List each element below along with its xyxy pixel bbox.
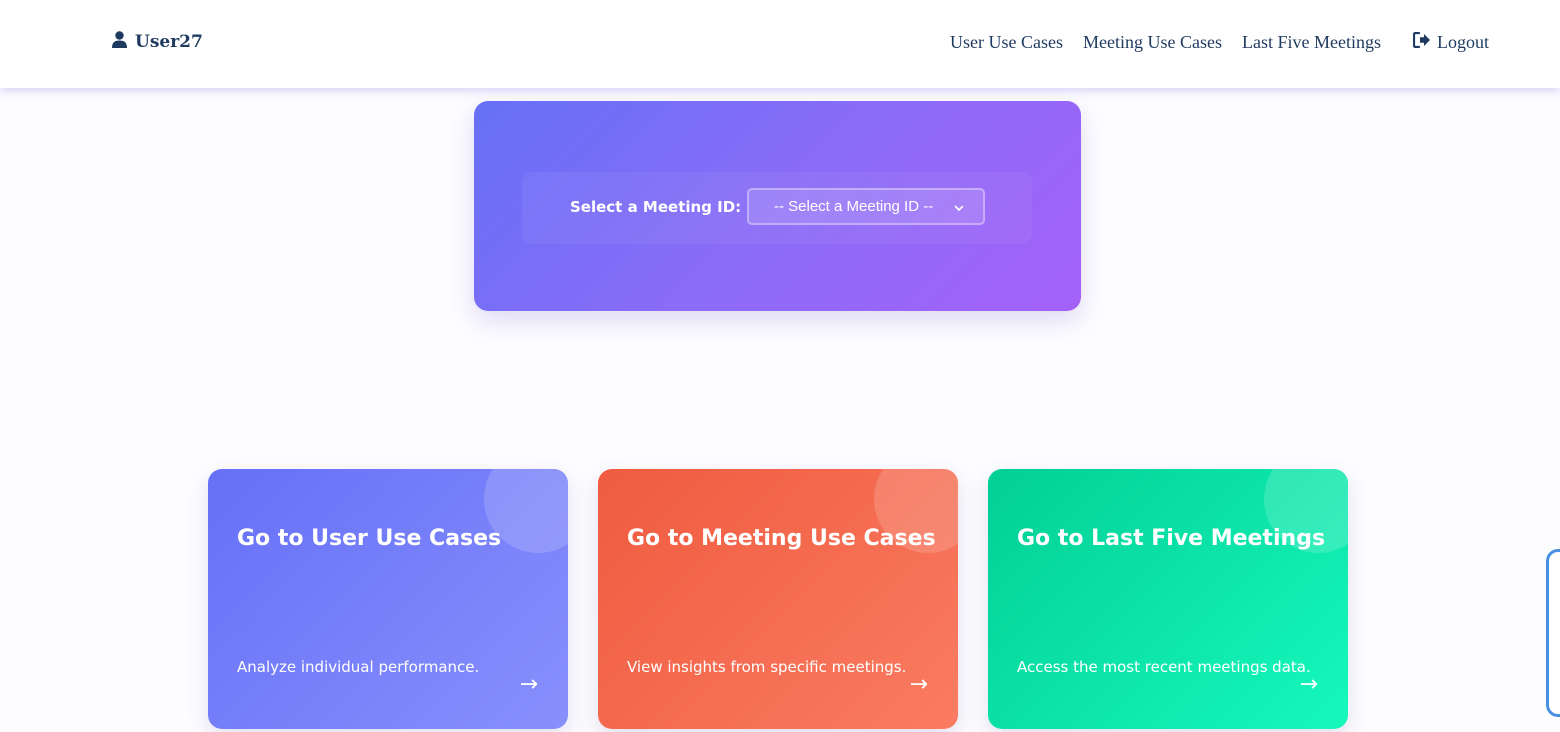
user-profile[interactable]: User27 (112, 30, 203, 54)
nav-link-last-five-meetings[interactable]: Last Five Meetings (1242, 32, 1381, 53)
card-title: Go to Last Five Meetings (1017, 526, 1326, 551)
last-five-meetings-card[interactable]: Go to Last Five Meetings Access the most… (988, 469, 1348, 729)
logout-label: Logout (1437, 31, 1489, 52)
nav-link-user-use-cases[interactable]: User Use Cases (950, 32, 1063, 53)
top-navbar: User27 User Use Cases Meeting Use Cases … (0, 0, 1560, 88)
card-description: View insights from specific meetings. (627, 658, 907, 676)
sign-out-icon (1412, 31, 1431, 53)
chevron-down-icon (953, 201, 965, 213)
card-title: Go to Meeting Use Cases (627, 526, 936, 551)
nav-links: User Use Cases Meeting Use Cases Last Fi… (930, 30, 1489, 54)
card-title: Go to User Use Cases (237, 526, 502, 551)
nav-link-meeting-use-cases[interactable]: Meeting Use Cases (1083, 32, 1222, 53)
card-description: Analyze individual performance. (237, 658, 480, 676)
meeting-id-select-value: -- Select a Meeting ID -- (774, 198, 934, 215)
logout-button[interactable]: Logout (1412, 31, 1489, 53)
arrow-right-icon: → (909, 672, 928, 697)
side-panel-tab[interactable] (1546, 549, 1560, 717)
card-description: Access the most recent meetings data. (1017, 658, 1311, 676)
meeting-id-select[interactable]: -- Select a Meeting ID -- (747, 188, 985, 225)
arrow-right-icon: → (1299, 672, 1318, 697)
username: User27 (135, 32, 203, 52)
user-use-cases-card[interactable]: Go to User Use Cases Analyze individual … (208, 469, 568, 729)
arrow-right-icon: → (519, 672, 538, 697)
meeting-selector-panel: Select a Meeting ID: -- Select a Meeting… (474, 101, 1081, 311)
meeting-id-label: Select a Meeting ID: (570, 198, 742, 216)
user-icon (112, 31, 127, 53)
meeting-use-cases-card[interactable]: Go to Meeting Use Cases View insights fr… (598, 469, 958, 729)
